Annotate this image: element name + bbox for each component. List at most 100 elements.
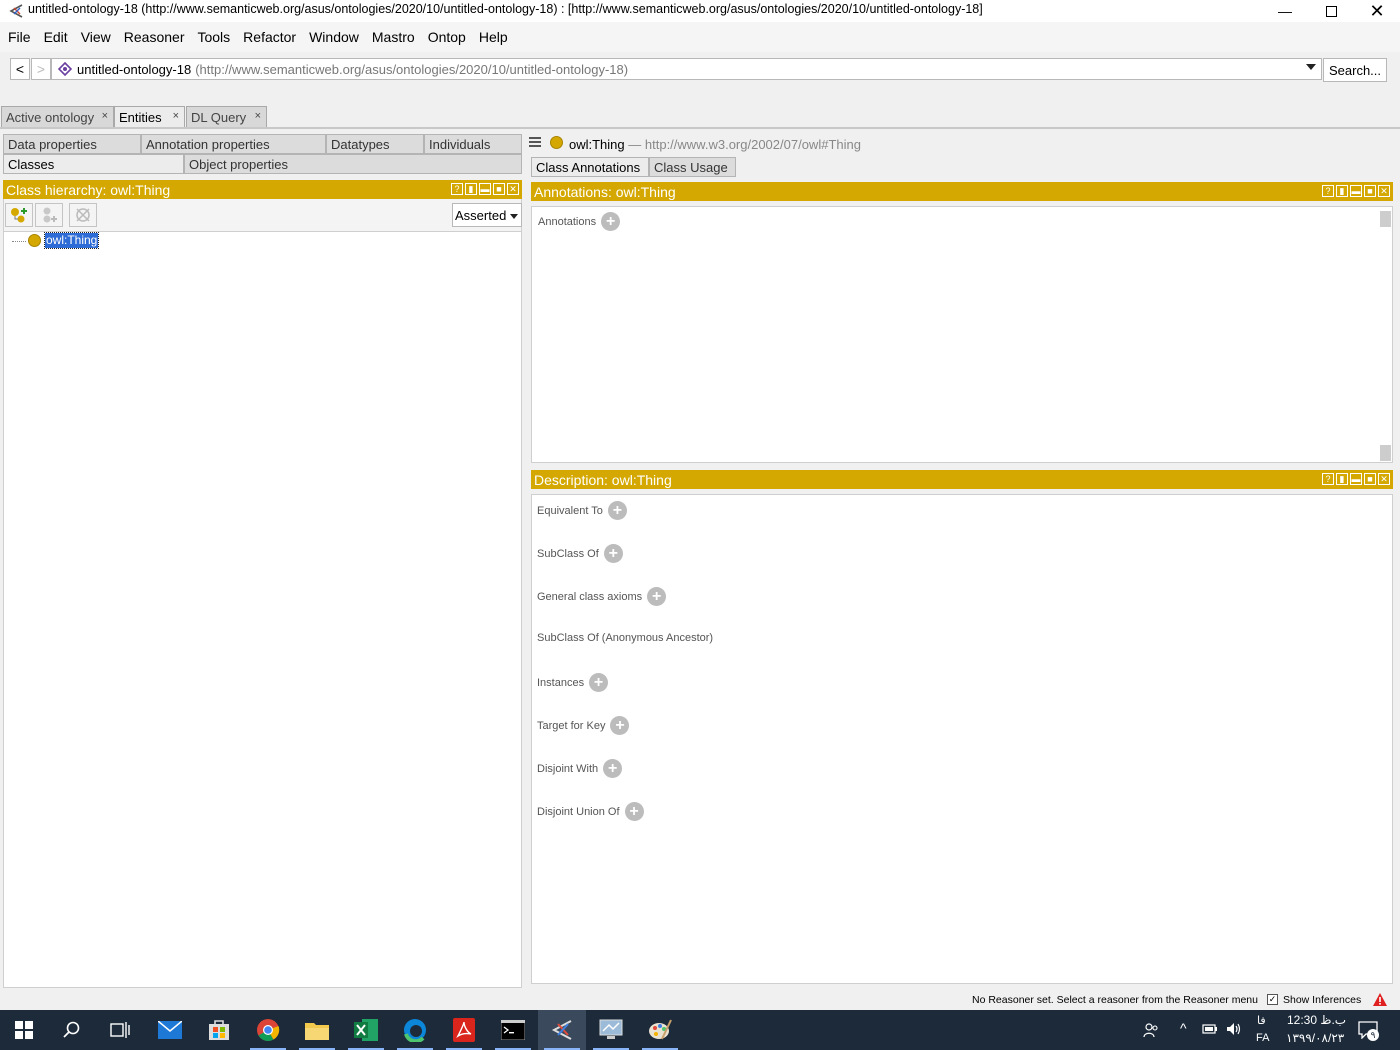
menu-reasoner[interactable]: Reasoner [124, 29, 195, 45]
forward-button[interactable]: > [31, 58, 51, 80]
add-subclass-of-button[interactable]: + [603, 544, 623, 563]
volume-icon[interactable] [1226, 1022, 1242, 1036]
menu-refactor[interactable]: Refactor [243, 29, 306, 45]
annotations-header: Annotations: owl:Thing ? ▮ ▬ ■ ✕ [531, 182, 1393, 201]
delete-class-button[interactable] [69, 203, 97, 227]
taskbar-paint[interactable] [636, 1010, 684, 1050]
subtab-individuals[interactable]: Individuals [424, 134, 522, 154]
tab-active-ontology[interactable]: Active ontology × [1, 106, 114, 127]
add-instance-button[interactable]: + [589, 673, 609, 692]
maximize-view-icon[interactable]: ■ [1364, 185, 1376, 197]
menu-ontop[interactable]: Ontop [428, 29, 476, 45]
help-icon[interactable]: ? [1322, 185, 1334, 197]
menu-help[interactable]: Help [479, 29, 518, 45]
tab-dl-query[interactable]: DL Query × [186, 106, 267, 127]
language-indicator[interactable]: FA [1256, 1032, 1269, 1044]
equivalent-to-label: Equivalent To [537, 504, 603, 517]
tab-entities[interactable]: Entities × [114, 106, 185, 127]
clock-date[interactable]: ۱۳۹۹/۰۸/۲۳ [1286, 1031, 1344, 1045]
status-bar: No Reasoner set. Select a reasoner from … [0, 990, 1400, 1010]
back-button[interactable]: < [10, 58, 30, 80]
chevron-up-icon[interactable]: ^ [1180, 1020, 1187, 1036]
search-button[interactable]: Search... [1323, 58, 1387, 82]
taskbar-acrobat[interactable] [440, 1010, 488, 1050]
taskbar-store[interactable] [195, 1010, 243, 1050]
target-for-key-row: Target for Key + [537, 716, 630, 735]
tab-divider [0, 127, 1400, 129]
taskbar-terminal[interactable] [489, 1010, 537, 1050]
taskbar-protege[interactable] [538, 1010, 586, 1050]
chevron-down-icon[interactable] [1306, 64, 1316, 70]
subtab-classes[interactable]: Classes [3, 154, 184, 174]
add-subclass-button[interactable] [5, 203, 33, 227]
maximize-view-icon[interactable]: ■ [1364, 473, 1376, 485]
task-view-button[interactable] [96, 1010, 144, 1050]
subtab-annotation-properties[interactable]: Annotation properties [141, 134, 326, 154]
menu-window[interactable]: Window [309, 29, 369, 45]
show-inferences-checkbox[interactable]: ✓ [1267, 994, 1278, 1005]
add-sibling-icon [43, 207, 57, 223]
add-disjoint-union-button[interactable]: + [624, 802, 644, 821]
clock-time[interactable]: 12:30 ب.ظ [1287, 1013, 1346, 1027]
tab-class-usage[interactable]: Class Usage [649, 157, 736, 177]
taskbar-search-button[interactable] [48, 1010, 96, 1050]
people-icon[interactable] [1143, 1022, 1159, 1038]
class-icon [550, 136, 563, 149]
taskbar-excel[interactable] [342, 1010, 390, 1050]
add-equivalent-button[interactable]: + [607, 501, 627, 520]
menu-view[interactable]: View [81, 29, 121, 45]
language-script[interactable]: فا [1257, 1014, 1266, 1027]
add-disjoint-button[interactable]: + [603, 759, 623, 778]
taskbar-mail[interactable] [146, 1010, 194, 1050]
minimize-view-icon[interactable]: ▬ [1350, 473, 1362, 485]
close-tab-icon[interactable]: × [173, 110, 179, 122]
close-view-icon[interactable]: ✕ [507, 183, 519, 195]
scrollbar-thumb-bottom[interactable] [1380, 445, 1391, 461]
subclass-of-label: SubClass Of [537, 547, 599, 560]
subtab-data-properties[interactable]: Data properties [3, 134, 141, 154]
maximize-button[interactable] [1308, 0, 1354, 22]
add-general-axiom-button[interactable]: + [647, 587, 667, 606]
add-sibling-button[interactable] [35, 203, 63, 227]
maximize-view-icon[interactable]: ■ [493, 183, 505, 195]
taskbar-remote-desktop[interactable] [587, 1010, 635, 1050]
ontology-selector[interactable]: untitled-ontology-18 (http://www.semanti… [51, 58, 1322, 80]
close-tab-icon[interactable]: × [102, 110, 108, 122]
hierarchy-mode-select[interactable]: Asserted [452, 203, 522, 227]
close-button[interactable]: ✕ [1354, 0, 1400, 22]
menu-file[interactable]: File [8, 29, 41, 45]
help-icon[interactable]: ? [451, 183, 463, 195]
scrollbar-thumb-top[interactable] [1380, 211, 1391, 227]
start-button[interactable] [0, 1010, 48, 1050]
subclass-of-row: SubClass Of + [537, 544, 623, 563]
split-icon[interactable]: ▮ [1336, 185, 1348, 197]
subtab-datatypes[interactable]: Datatypes [326, 134, 424, 154]
split-icon[interactable]: ▮ [465, 183, 477, 195]
taskbar-file-explorer[interactable] [293, 1010, 341, 1050]
tab-class-annotations[interactable]: Class Annotations [531, 157, 649, 177]
close-view-icon[interactable]: ✕ [1378, 473, 1390, 485]
menu-tools[interactable]: Tools [197, 29, 240, 45]
tree-node-owl-thing[interactable]: owl:Thing [43, 232, 100, 249]
minimize-button[interactable]: — [1262, 0, 1308, 22]
terminal-icon [501, 1020, 525, 1040]
minimize-view-icon[interactable]: ▬ [479, 183, 491, 195]
menu-edit[interactable]: Edit [44, 29, 78, 45]
menu-mastro[interactable]: Mastro [372, 29, 425, 45]
split-icon[interactable]: ▮ [1336, 473, 1348, 485]
close-icon: ✕ [1369, 0, 1385, 21]
subtab-object-properties[interactable]: Object properties [184, 154, 522, 174]
hamburger-menu-icon[interactable] [529, 137, 541, 149]
help-icon[interactable]: ? [1322, 473, 1334, 485]
add-key-button[interactable]: + [610, 716, 630, 735]
taskbar-edge[interactable] [391, 1010, 439, 1050]
taskbar-chrome[interactable] [244, 1010, 292, 1050]
annotations-label: Annotations [538, 215, 597, 228]
add-annotation-button[interactable]: + [601, 212, 621, 231]
close-view-icon[interactable]: ✕ [1378, 185, 1390, 197]
battery-icon[interactable] [1202, 1023, 1218, 1035]
warning-icon[interactable] [1372, 992, 1388, 1007]
close-tab-icon[interactable]: × [255, 110, 261, 122]
minimize-view-icon[interactable]: ▬ [1350, 185, 1362, 197]
notifications-button[interactable]: ۹ [1358, 1021, 1379, 1041]
